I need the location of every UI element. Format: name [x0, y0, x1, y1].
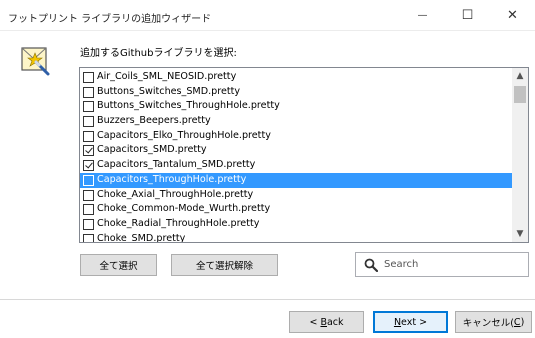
library-item[interactable]: Capacitors_Tantalum_SMD.pretty	[80, 158, 514, 173]
library-item[interactable]: Capacitors_ThroughHole.pretty	[80, 172, 514, 188]
next-label-key: N	[393, 316, 402, 328]
library-item[interactable]: Choke_Common-Mode_Wurth.pretty	[80, 202, 514, 217]
library-checkbox[interactable]	[83, 218, 94, 230]
scroll-up-arrow-icon[interactable]: ▲	[512, 68, 528, 84]
back-label-rest: ack	[326, 316, 344, 328]
footer-separator	[0, 299, 535, 300]
next-button[interactable]: Next >	[373, 311, 448, 333]
close-icon: ✕	[507, 8, 518, 23]
library-checklist[interactable]: Air_Coils_SML_NEOSID.pretty Buttons_Switc…	[79, 67, 529, 243]
library-label: Buzzers_Beepers.pretty	[97, 115, 211, 127]
library-label: Capacitors_ThroughHole.pretty	[97, 173, 247, 185]
wizard-icon	[21, 47, 50, 76]
library-label: Choke_Common-Mode_Wurth.pretty	[97, 203, 271, 215]
library-checkbox[interactable]	[83, 145, 94, 157]
library-label: Air_Coils_SML_NEOSID.pretty	[97, 71, 237, 82]
library-label: Buttons_Switches_SMD.pretty	[97, 85, 241, 97]
cancel-label-prefix: キャンセル(	[462, 318, 514, 329]
library-label: Choke_SMD.pretty	[97, 232, 186, 243]
window-title: フットプリント ライブラリの追加ウィザード	[8, 14, 212, 25]
library-checkbox[interactable]	[83, 189, 94, 201]
library-checkbox[interactable]	[83, 233, 94, 242]
close-button[interactable]: ✕	[490, 0, 535, 31]
cancel-button[interactable]: キャンセル(C)	[455, 311, 532, 333]
library-label: Capacitors_Elko_ThroughHole.pretty	[97, 129, 271, 141]
library-list: Air_Coils_SML_NEOSID.pretty Buttons_Switc…	[80, 70, 514, 243]
title-bar: フットプリント ライブラリの追加ウィザード — ☐ ✕	[0, 0, 535, 31]
instruction-label: 追加するGithubライブラリを選択:	[80, 48, 237, 59]
library-item[interactable]: Capacitors_Elko_ThroughHole.pretty	[80, 129, 514, 144]
library-checkbox[interactable]	[83, 204, 94, 216]
library-item[interactable]: Buttons_Switches_SMD.pretty	[80, 85, 514, 100]
scroll-down-arrow-icon[interactable]: ▼	[512, 226, 528, 242]
vertical-scrollbar[interactable]: ▲ ▼	[512, 68, 528, 242]
library-item[interactable]: Choke_Radial_ThroughHole.pretty	[80, 217, 514, 232]
library-item[interactable]: Air_Coils_SML_NEOSID.pretty	[80, 70, 514, 85]
search-icon	[364, 258, 378, 272]
library-item[interactable]: Capacitors_SMD.pretty	[80, 143, 514, 158]
minimize-button[interactable]: —	[400, 0, 445, 31]
scroll-thumb[interactable]	[514, 86, 526, 103]
back-button[interactable]: < Back	[289, 311, 364, 333]
library-item[interactable]: Choke_SMD.pretty	[80, 232, 514, 243]
cancel-label-key: C	[513, 316, 521, 328]
select-all-button[interactable]: 全て選択	[80, 254, 157, 276]
search-field[interactable]: Search	[355, 252, 529, 277]
library-label: Buttons_Switches_ThroughHole.pretty	[97, 100, 280, 112]
library-checkbox[interactable]	[83, 86, 94, 98]
library-item[interactable]: Buttons_Switches_ThroughHole.pretty	[80, 99, 514, 114]
library-label: Capacitors_SMD.pretty	[97, 144, 207, 156]
library-checkbox[interactable]	[83, 116, 94, 128]
library-checkbox[interactable]	[83, 72, 94, 83]
search-placeholder: Search	[384, 259, 419, 270]
next-label-rest: ext >	[401, 316, 428, 328]
library-checkbox[interactable]	[83, 174, 94, 186]
library-label: Capacitors_Tantalum_SMD.pretty	[97, 159, 256, 171]
minimize-icon: —	[417, 10, 428, 21]
library-item[interactable]: Choke_Axial_ThroughHole.pretty	[80, 188, 514, 203]
library-label: Choke_Radial_ThroughHole.pretty	[97, 217, 260, 229]
library-checkbox[interactable]	[83, 130, 94, 142]
maximize-icon: ☐	[461, 8, 474, 23]
library-checkbox[interactable]	[83, 101, 94, 113]
deselect-all-button[interactable]: 全て選択解除	[171, 254, 278, 276]
back-label-prefix: <	[309, 316, 321, 328]
library-label: Choke_Axial_ThroughHole.pretty	[97, 188, 254, 200]
cancel-label-suffix: )	[520, 316, 525, 328]
library-item[interactable]: Buzzers_Beepers.pretty	[80, 114, 514, 129]
maximize-button[interactable]: ☐	[445, 0, 490, 31]
library-checkbox[interactable]	[83, 160, 94, 172]
